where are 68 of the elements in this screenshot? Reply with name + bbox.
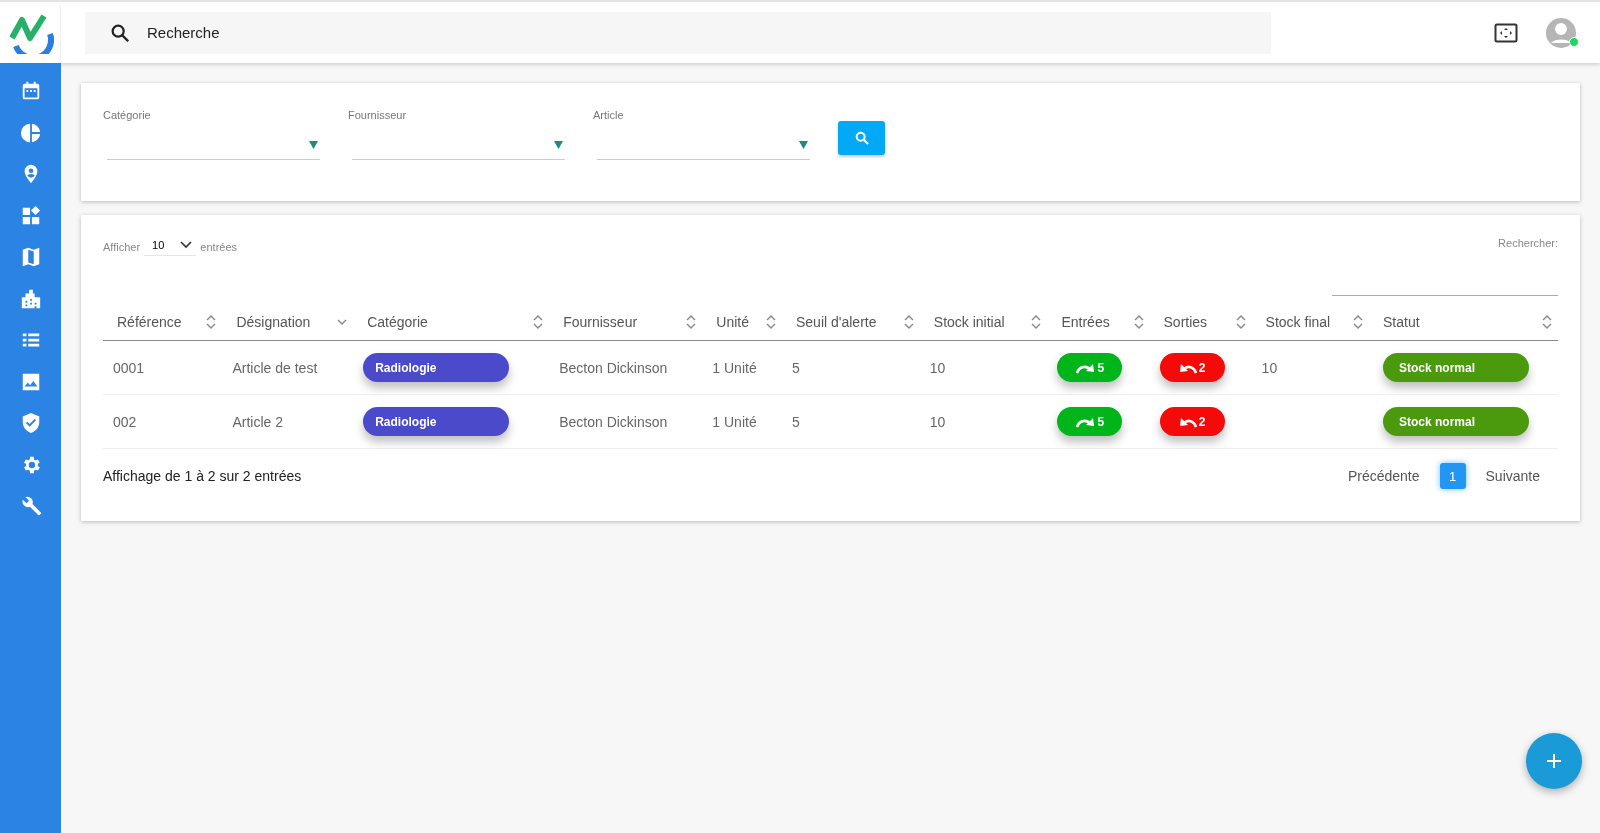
table-cell: Becton Dickinson: [559, 359, 668, 376]
dropdown-caret-icon: [554, 141, 563, 149]
filter-label: Fournisseur: [348, 109, 408, 121]
search-label: Rechercher:: [1498, 237, 1558, 249]
filter-label: Article: [593, 109, 625, 121]
column-header[interactable]: Seuil d'alerte: [781, 304, 920, 341]
sort-descending-icon: [337, 318, 348, 326]
column-header[interactable]: Catégorie: [353, 304, 550, 341]
table-info-text: Affichage de 1 à 2 sur 2 entrées: [103, 468, 302, 484]
sort-icon: [903, 314, 914, 330]
building-icon[interactable]: [19, 287, 42, 310]
column-header[interactable]: Désignation: [222, 304, 354, 341]
sort-icon: [533, 314, 544, 330]
table-cell: 0001: [113, 359, 145, 376]
table-cell: 5: [791, 413, 800, 430]
table-cell: Article 2: [232, 413, 284, 430]
logo-icon: [7, 11, 54, 54]
column-header[interactable]: Référence: [103, 304, 223, 341]
pie-icon[interactable]: [19, 121, 42, 144]
category-badge: Radiologie: [363, 353, 510, 382]
table-cell: 10: [929, 359, 946, 376]
chevron-down-icon: [180, 241, 193, 249]
entries-label: entrées: [200, 240, 238, 253]
fullscreen-icon[interactable]: [1494, 22, 1518, 43]
table-cell: 10: [1261, 359, 1278, 376]
entries-badge: 5: [1057, 407, 1123, 436]
column-header[interactable]: Fournisseur: [549, 304, 703, 341]
exits-badge: 2: [1159, 353, 1225, 382]
dropdown-caret-icon: [799, 141, 808, 149]
table-cell: 002: [113, 413, 137, 430]
column-header[interactable]: Entrées: [1047, 304, 1150, 341]
wrench-icon[interactable]: [19, 495, 42, 517]
search-icon: [853, 130, 870, 146]
table-cell: 10: [929, 413, 946, 430]
sort-icon: [1542, 314, 1552, 330]
table-cell: Becton Dickinson: [559, 413, 668, 430]
search-field[interactable]: Recherche: [85, 11, 1271, 54]
table-cell: Article de test: [232, 359, 318, 376]
table-cell: 1 Unité: [712, 359, 757, 376]
filter-label: Catégorie: [103, 109, 152, 121]
sort-icon: [765, 314, 776, 330]
add-button[interactable]: [1526, 733, 1582, 789]
plus-icon: [1546, 753, 1562, 769]
column-header[interactable]: Stock final: [1251, 304, 1369, 341]
sort-icon: [206, 314, 217, 330]
status-badge: Stock normal: [1383, 353, 1529, 382]
dropdown-caret-icon: [309, 141, 318, 149]
sort-icon: [1031, 314, 1042, 330]
sort-icon: [1133, 314, 1144, 330]
page-size-dropdown[interactable]: 10: [144, 237, 197, 256]
previous-page-button[interactable]: Précédente: [1339, 464, 1428, 488]
sort-icon: [686, 314, 697, 330]
category-badge: Radiologie: [363, 407, 510, 436]
column-header[interactable]: Unité: [702, 304, 782, 341]
column-header[interactable]: Statut: [1369, 304, 1558, 341]
search-button[interactable]: [838, 121, 885, 155]
exits-badge: 2: [1159, 407, 1225, 436]
sort-icon: [1353, 314, 1363, 330]
table-cell: 5: [791, 359, 800, 376]
entries-badge: 5: [1057, 353, 1123, 382]
status-badge: Stock normal: [1383, 407, 1529, 436]
sort-icon: [1235, 314, 1246, 330]
show-label: Afficher: [103, 240, 141, 253]
user-avatar[interactable]: [1546, 17, 1576, 48]
next-page-button[interactable]: Suivante: [1477, 464, 1548, 488]
column-header[interactable]: Sorties: [1149, 304, 1252, 341]
table-cell: 1 Unité: [712, 413, 757, 430]
column-header[interactable]: Stock initial: [919, 304, 1048, 341]
